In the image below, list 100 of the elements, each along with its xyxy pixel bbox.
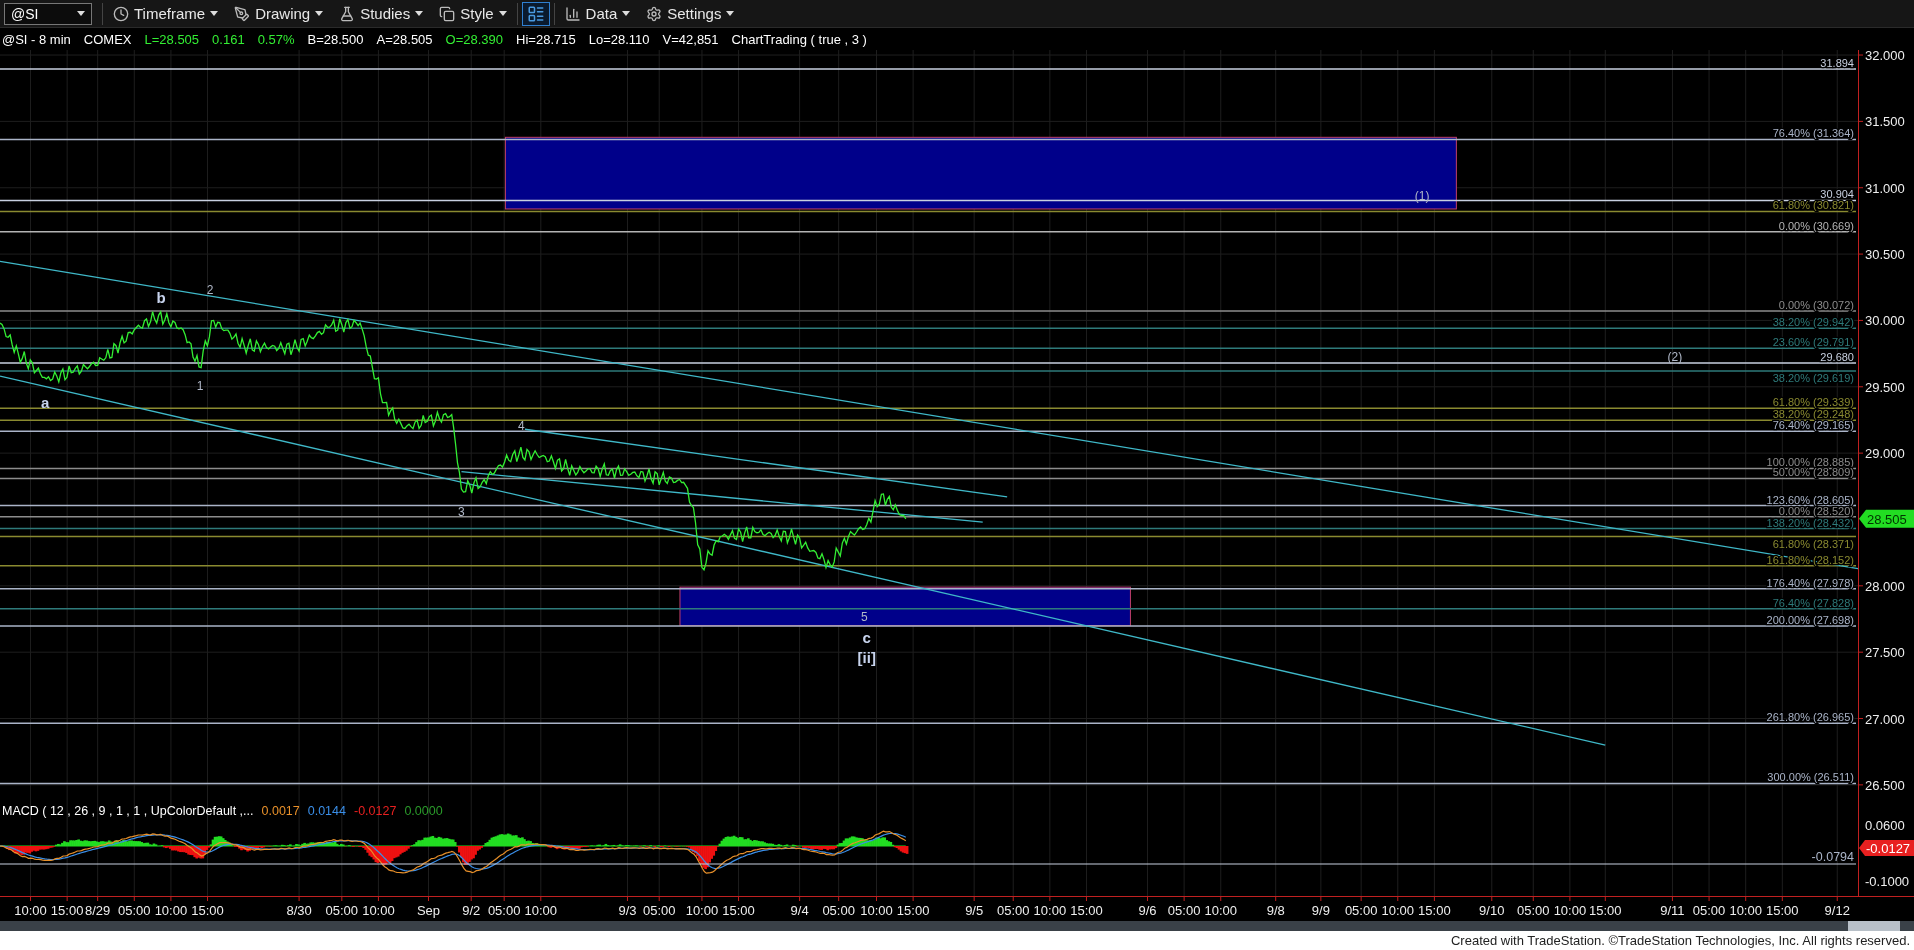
trend-line[interactable] bbox=[524, 428, 1008, 498]
time-axis-label: 10:00 bbox=[1729, 903, 1762, 918]
caret-icon bbox=[77, 11, 85, 16]
pen-icon bbox=[234, 5, 251, 22]
wave-label: 2 bbox=[206, 283, 214, 298]
price-axis-label: 27.000 bbox=[1865, 711, 1905, 727]
fib-level-label: 31.894 bbox=[1820, 57, 1854, 70]
price-axis-label: 30.500 bbox=[1865, 247, 1905, 263]
toolbar-menu-button[interactable]: Style bbox=[433, 3, 513, 24]
fib-level-label: 200.00% (27.698) bbox=[1766, 613, 1854, 626]
price-axis-label: 29.000 bbox=[1865, 446, 1905, 462]
macd-axis-label: 0.0600 bbox=[1865, 818, 1905, 833]
fib-level-label: 176.40% (27.978) bbox=[1766, 576, 1854, 589]
price-axis-label: 28.000 bbox=[1865, 578, 1905, 594]
quote-field: Hi=28.715 bbox=[516, 31, 576, 47]
symbol-field[interactable]: @SI bbox=[4, 2, 92, 25]
time-axis-label: 9/8 bbox=[1266, 903, 1285, 918]
toolbar-menu-button[interactable]: Timeframe bbox=[107, 3, 225, 24]
time-axis-label: 9/9 bbox=[1311, 903, 1330, 918]
quote-field: COMEX bbox=[83, 31, 132, 47]
caret-icon bbox=[726, 11, 735, 16]
scrollbar-thumb[interactable] bbox=[1848, 921, 1900, 931]
time-axis-label: 15:00 bbox=[896, 903, 930, 918]
time-axis-label: 05:00 bbox=[1167, 903, 1201, 918]
time-axis-label: 05:00 bbox=[487, 903, 521, 918]
macd-value-tag: -0.0127 bbox=[1859, 840, 1914, 856]
copyright-text: Created with TradeStation. ©TradeStation Technologies, Inc. All rights reserved. bbox=[1450, 933, 1910, 948]
wave-label: (2) bbox=[1667, 349, 1683, 364]
trend-line[interactable] bbox=[0, 375, 1606, 746]
price-axis-label: 31.500 bbox=[1865, 114, 1905, 130]
trend-line[interactable] bbox=[460, 471, 984, 523]
clock-icon bbox=[113, 5, 129, 22]
time-axis-label: 05:00 bbox=[1344, 903, 1378, 918]
time-axis-label: 9/11 bbox=[1660, 903, 1685, 918]
time-axis-label: 05:00 bbox=[642, 903, 676, 918]
wave-label: (1) bbox=[1414, 189, 1430, 204]
wave-label: 1 bbox=[196, 378, 204, 393]
price-axis-label: 26.500 bbox=[1865, 777, 1905, 793]
fib-level-label: 61.80% (29.339) bbox=[1772, 396, 1854, 409]
fib-level-label: 138.20% (28.432) bbox=[1766, 516, 1854, 529]
bar-chart-icon bbox=[564, 5, 581, 22]
time-axis-label: 9/10 bbox=[1479, 903, 1505, 918]
fib-level-label: 123.60% (28.605) bbox=[1766, 493, 1854, 506]
toolbar-menu-button[interactable]: Data bbox=[558, 3, 637, 24]
quote-field: Lo=28.110 bbox=[588, 31, 650, 47]
last-price-tag: 28.505 bbox=[1859, 509, 1914, 528]
time-axis-label: 9/5 bbox=[965, 903, 984, 918]
fib-level-label: 29.680 bbox=[1820, 350, 1854, 363]
time-axis-label: 15:00 bbox=[50, 903, 84, 918]
fib-level-label: 38.20% (29.619) bbox=[1772, 372, 1854, 384]
fib-level-label: 61.80% (28.371) bbox=[1772, 537, 1854, 550]
fib-level-label: 38.20% (29.942) bbox=[1772, 316, 1854, 329]
fib-level-label: 0.00% (30.072) bbox=[1778, 298, 1854, 311]
quote-field: B=28.500 bbox=[307, 31, 364, 47]
macd-legend-item: 0.0017 bbox=[261, 804, 300, 818]
layout-toggle-button[interactable] bbox=[521, 1, 550, 26]
time-axis-label: 05:00 bbox=[1692, 903, 1726, 918]
time-axis-label: 9/4 bbox=[790, 903, 809, 918]
quote-field: 0.161 bbox=[212, 31, 245, 47]
wave-label: b bbox=[156, 289, 166, 307]
time-axis-label: 10:00 bbox=[524, 903, 558, 918]
time-axis-label: 05:00 bbox=[996, 903, 1030, 918]
toolbar-menu-button[interactable]: Studies bbox=[333, 3, 430, 24]
horizontal-scrollbar[interactable] bbox=[0, 921, 1914, 931]
toolbar-menu-button[interactable]: Settings bbox=[640, 3, 741, 24]
reference-line-label: -0.0794 bbox=[1811, 850, 1854, 864]
macd-legend-item: 0.0000 bbox=[404, 804, 443, 818]
time-axis-label: 05:00 bbox=[1517, 903, 1550, 918]
time-axis-label: 10:00 bbox=[1553, 903, 1587, 918]
price-axis-label: 27.500 bbox=[1865, 645, 1905, 661]
wave-label: 3 bbox=[458, 505, 465, 519]
wave-label: 5 bbox=[860, 609, 868, 624]
quote-field: L=28.505 bbox=[144, 31, 200, 47]
macd-legend-item: 0.0144 bbox=[307, 804, 346, 818]
toolbar-menu-button[interactable]: Drawing bbox=[228, 3, 330, 24]
time-axis-label: 10:00 bbox=[1204, 903, 1238, 918]
macd-legend-item: -0.0127 bbox=[353, 804, 397, 818]
copy-icon bbox=[439, 5, 456, 22]
fib-level-label: 23.60% (29.791) bbox=[1772, 336, 1854, 349]
time-axis-label: 15:00 bbox=[722, 903, 755, 918]
caret-icon bbox=[622, 11, 631, 16]
time-axis-label: 9/3 bbox=[618, 903, 637, 918]
time-axis-label: 05:00 bbox=[822, 903, 855, 918]
wave-label: [ii] bbox=[857, 648, 876, 666]
wave-label: c bbox=[862, 628, 871, 646]
macd-legend-item: MACD ( 12 , 26 , 9 , 1 , 1 , UpColorDefault ,... bbox=[2, 804, 254, 818]
time-axis-label: 15:00 bbox=[191, 903, 224, 918]
caret-icon bbox=[498, 11, 507, 16]
price-axis-label: 29.500 bbox=[1865, 379, 1905, 395]
time-axis-label: 10:00 bbox=[362, 903, 395, 918]
time-axis-label: 15:00 bbox=[1766, 903, 1799, 918]
fib-level-label: 50.00% (28.809) bbox=[1772, 466, 1854, 479]
macd-axis-label: -0.1000 bbox=[1865, 874, 1910, 889]
trend-line[interactable] bbox=[0, 260, 1858, 570]
fib-level-label: 161.80% (28.152) bbox=[1766, 553, 1854, 566]
caret-icon bbox=[415, 11, 424, 16]
quote-field: 0.57% bbox=[257, 31, 295, 47]
time-axis-label: 15:00 bbox=[1589, 903, 1622, 918]
fib-level-label: 0.00% (28.520) bbox=[1778, 504, 1854, 517]
time-axis-label: 8/30 bbox=[286, 903, 312, 918]
